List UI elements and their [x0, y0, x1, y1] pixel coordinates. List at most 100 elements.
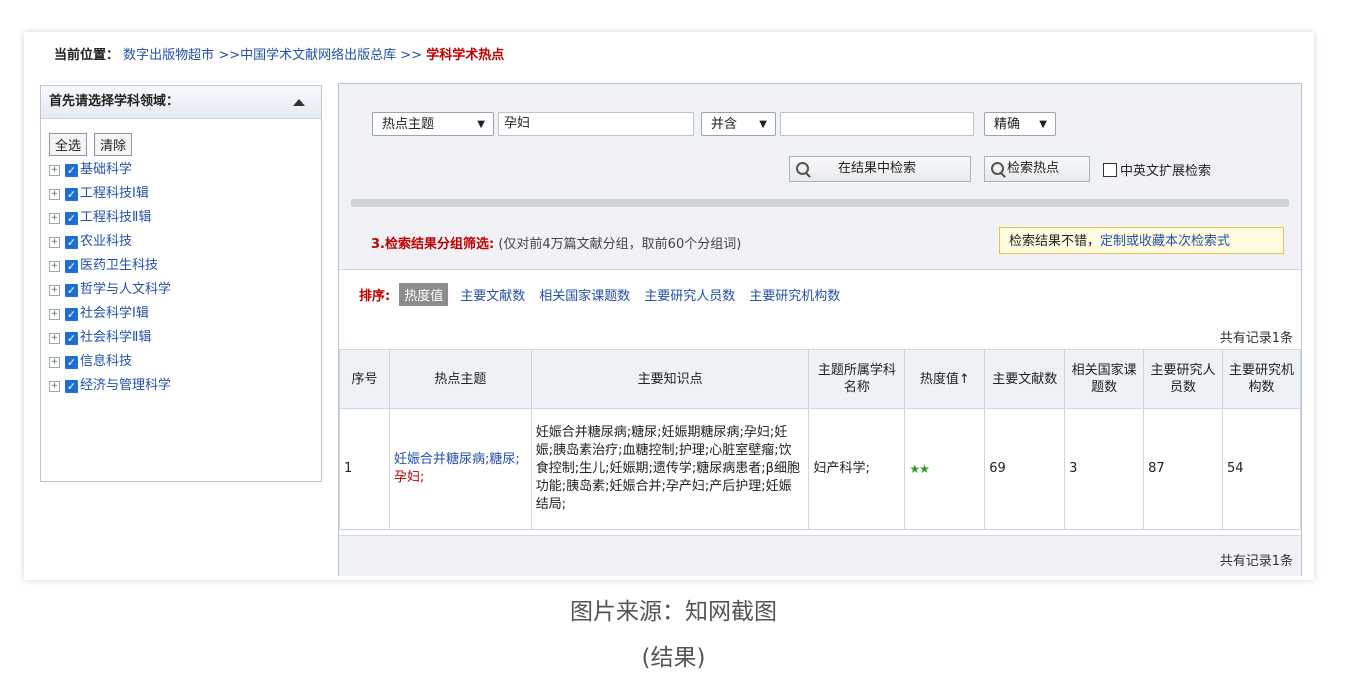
col-header-topic: 热点主题: [388, 349, 532, 409]
expand-plus-icon[interactable]: +: [49, 332, 60, 344]
collapse-triangle-icon[interactable]: [293, 99, 305, 106]
expand-plus-icon[interactable]: +: [49, 260, 60, 272]
col-header-subject: 主题所属学科名称: [808, 349, 906, 409]
topic-link[interactable]: 妊娠合并糖尿病;糖尿;: [394, 452, 520, 467]
subject-item[interactable]: + ✓ 基础科学: [49, 158, 321, 182]
cell-projects: 3: [1064, 408, 1145, 530]
subject-label[interactable]: 工程科技Ⅱ辑: [80, 206, 151, 230]
field-select-value: 热点主题: [382, 117, 435, 132]
subject-label[interactable]: 社会科学Ⅰ辑: [80, 302, 149, 326]
sort-option-active[interactable]: 热度值: [399, 283, 449, 306]
col-header-projects: 相关国家课题数: [1064, 349, 1145, 409]
search-within-button[interactable]: 在结果中检索: [789, 156, 971, 182]
subject-label[interactable]: 基础科学: [80, 158, 132, 182]
expand-search-option[interactable]: 中英文扩展检索: [1103, 160, 1211, 179]
chevron-down-icon: ▼: [1039, 119, 1047, 130]
sort-label: 排序:: [359, 289, 391, 304]
query-input[interactable]: 孕妇: [498, 112, 694, 136]
results-footer: 共有记录1条: [339, 535, 1301, 576]
subject-item[interactable]: + ✓ 医药卫生科技: [49, 254, 321, 278]
checkbox-checked-icon[interactable]: ✓: [65, 187, 78, 201]
subject-label[interactable]: 社会科学Ⅱ辑: [80, 326, 151, 350]
grouping-title: 3.检索结果分组筛选:: [371, 237, 495, 252]
heat-stars-icon: ★★: [909, 461, 929, 476]
sidebar-header[interactable]: 首先请选择学科领域：: [41, 86, 321, 119]
cell-docs: 69: [984, 408, 1066, 530]
subject-item[interactable]: + ✓ 工程科技Ⅱ辑: [49, 206, 321, 230]
breadcrumb-separator: >>: [400, 48, 423, 63]
subject-label[interactable]: 哲学与人文科学: [80, 278, 171, 302]
sort-option[interactable]: 相关国家课题数: [539, 285, 630, 304]
search-box: 热点主题 ▼ 孕妇 并含 ▼ 精确 ▼ 在结果中检索 检索热点 中英文扩展检索 3.: [339, 84, 1301, 270]
logic-select-value: 并含: [711, 117, 738, 132]
subject-label[interactable]: 医药卫生科技: [80, 254, 158, 278]
col-header-institutions: 主要研究机构数: [1222, 349, 1301, 409]
expand-plus-icon[interactable]: +: [49, 164, 60, 176]
subject-item[interactable]: + ✓ 哲学与人文科学: [49, 278, 321, 302]
expand-plus-icon[interactable]: +: [49, 380, 60, 392]
checkbox-checked-icon[interactable]: ✓: [65, 379, 78, 393]
query2-input[interactable]: [780, 112, 974, 136]
select-all-button[interactable]: 全选: [49, 133, 88, 156]
subject-item[interactable]: + ✓ 农业科技: [49, 230, 321, 254]
table-row: 1 妊娠合并糖尿病;糖尿; 孕妇; 妊娠合并糖尿病;糖尿;妊娠期糖尿病;孕妇;妊娠…: [339, 408, 1301, 530]
expand-plus-icon[interactable]: +: [49, 212, 60, 224]
subject-item[interactable]: + ✓ 工程科技Ⅰ辑: [49, 182, 321, 206]
subject-item[interactable]: + ✓ 经济与管理科学: [49, 374, 321, 398]
checkbox-checked-icon[interactable]: ✓: [65, 355, 78, 369]
record-count-bottom: 共有记录1条: [1219, 554, 1293, 569]
subject-label[interactable]: 经济与管理科学: [80, 374, 171, 398]
chevron-down-icon: ▼: [477, 119, 485, 130]
breadcrumb-label: 当前位置：: [54, 48, 120, 63]
search-hot-label: 检索热点: [1007, 161, 1060, 176]
col-header-heat[interactable]: 热度值↑: [904, 349, 986, 409]
subject-item[interactable]: + ✓ 社会科学Ⅱ辑: [49, 326, 321, 350]
divider-bar: [351, 199, 1289, 207]
breadcrumb-separator: >>: [218, 48, 241, 63]
tip-text: 检索结果不错，: [1009, 234, 1101, 249]
cell-knowledge: 妊娠合并糖尿病;糖尿;妊娠期糖尿病;孕妇;妊娠;胰岛素治疗;血糖控制;护理;心脏…: [530, 408, 810, 530]
breadcrumb-link-library[interactable]: 中国学术文献网络出版总库: [240, 48, 396, 63]
expand-plus-icon[interactable]: +: [49, 284, 60, 296]
checkbox-checked-icon[interactable]: ✓: [65, 211, 78, 225]
subject-item[interactable]: + ✓ 社会科学Ⅰ辑: [49, 302, 321, 326]
cell-subject: 妇产科学;: [808, 408, 906, 530]
breadcrumb: 当前位置： 数字出版物超市 >>中国学术文献网络出版总库 >> 学科学术热点: [54, 44, 504, 63]
subject-tree: + ✓ 基础科学 + ✓ 工程科技Ⅰ辑 + ✓ 工程科技Ⅱ辑 + ✓ 农业科技 + ✓ 医药卫生科技…: [41, 158, 321, 398]
save-search-tip: 检索结果不错，定制或收藏本次检索式: [999, 227, 1284, 254]
checkbox-checked-icon[interactable]: ✓: [65, 283, 78, 297]
col-header-index: 序号: [339, 349, 390, 409]
subject-label[interactable]: 工程科技Ⅰ辑: [80, 182, 149, 206]
expand-plus-icon[interactable]: +: [49, 308, 60, 320]
clear-button[interactable]: 清除: [94, 133, 133, 156]
topic-highlight[interactable]: 孕妇;: [394, 470, 424, 485]
record-count-top: 共有记录1条: [1219, 331, 1293, 346]
sort-option[interactable]: 主要文献数: [460, 285, 525, 304]
sort-option[interactable]: 主要研究机构数: [749, 285, 840, 304]
logic-select[interactable]: 并含 ▼: [701, 112, 776, 136]
expand-plus-icon[interactable]: +: [49, 188, 60, 200]
cell-topic[interactable]: 妊娠合并糖尿病;糖尿; 孕妇;: [388, 408, 532, 530]
checkbox-checked-icon[interactable]: ✓: [65, 163, 78, 177]
subject-label[interactable]: 信息科技: [80, 350, 132, 374]
breadcrumb-link-supermarket[interactable]: 数字出版物超市: [123, 48, 214, 63]
search-hot-button[interactable]: 检索热点: [984, 156, 1090, 182]
checkbox-checked-icon[interactable]: ✓: [65, 235, 78, 249]
expand-plus-icon[interactable]: +: [49, 236, 60, 248]
subject-label[interactable]: 农业科技: [80, 230, 132, 254]
expand-checkbox[interactable]: [1103, 162, 1117, 177]
results-panel: 热点主题 ▼ 孕妇 并含 ▼ 精确 ▼ 在结果中检索 检索热点 中英文扩展检索 3.: [338, 83, 1302, 576]
grouping-info: 3.检索结果分组筛选: (仅对前4万篇文献分组，取前60个分组词): [371, 233, 741, 252]
checkbox-checked-icon[interactable]: ✓: [65, 259, 78, 273]
sort-option[interactable]: 主要研究人员数: [644, 285, 735, 304]
checkbox-checked-icon[interactable]: ✓: [65, 307, 78, 321]
expand-label[interactable]: 中英文扩展检索: [1120, 160, 1211, 179]
field-select[interactable]: 热点主题 ▼: [372, 112, 494, 136]
expand-plus-icon[interactable]: +: [49, 356, 60, 368]
search-within-label: 在结果中检索: [838, 161, 917, 176]
checkbox-checked-icon[interactable]: ✓: [65, 331, 78, 345]
subject-item[interactable]: + ✓ 信息科技: [49, 350, 321, 374]
save-search-link[interactable]: 定制或收藏本次检索式: [1100, 234, 1230, 249]
match-select[interactable]: 精确 ▼: [984, 112, 1056, 136]
cell-institutions: 54: [1222, 408, 1301, 530]
